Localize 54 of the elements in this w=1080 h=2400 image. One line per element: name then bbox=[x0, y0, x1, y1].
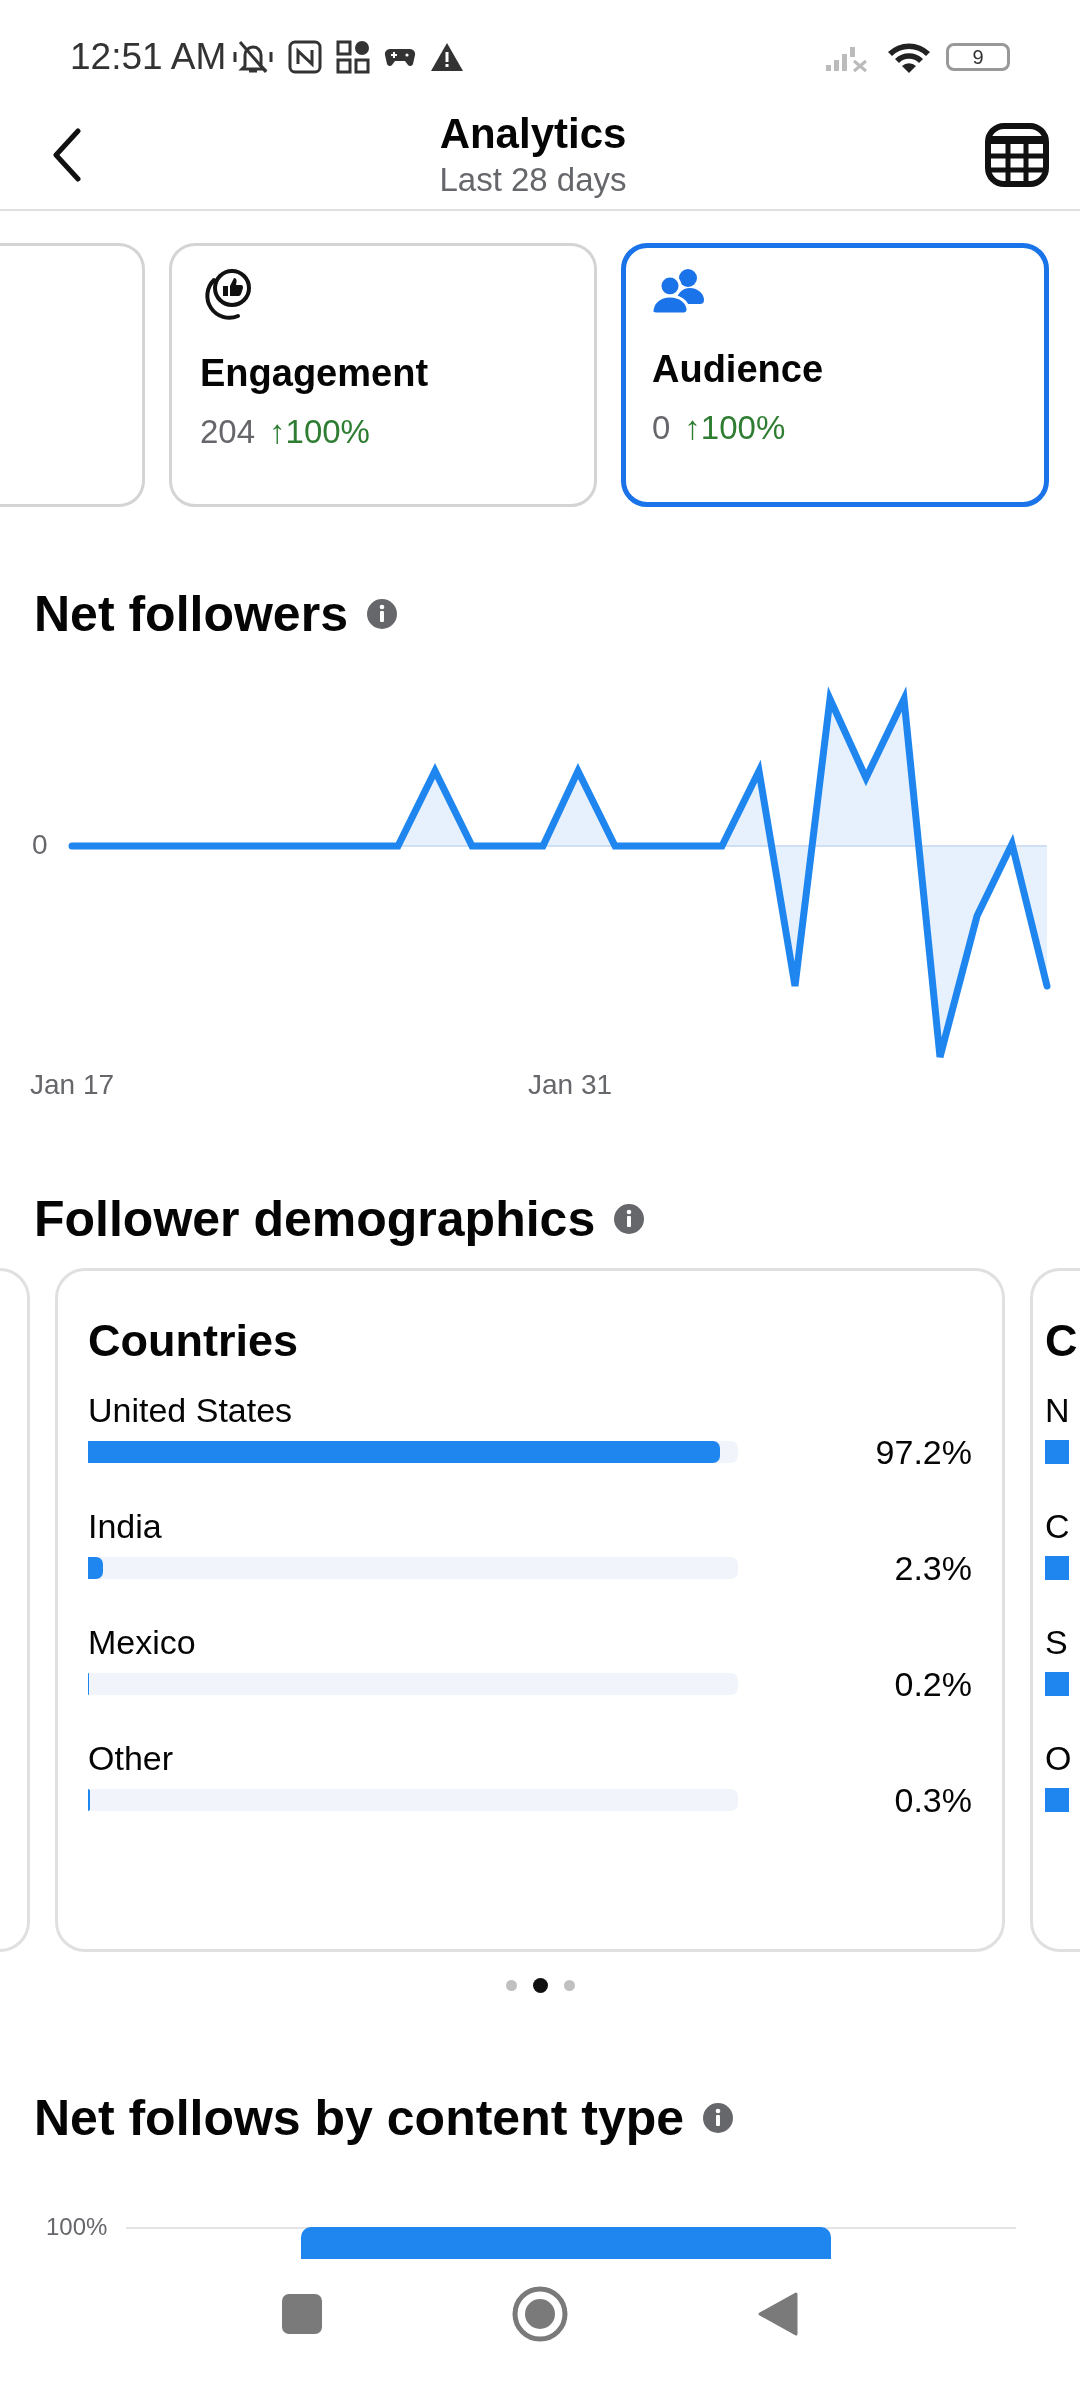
row-label: Other bbox=[88, 1738, 175, 1779]
status-time: 12:51 AM bbox=[70, 36, 227, 78]
home-button[interactable] bbox=[512, 2286, 568, 2342]
bar-fill bbox=[1045, 1672, 1069, 1696]
percent-text: 0.3% bbox=[893, 1780, 972, 1820]
nfc-icon bbox=[288, 40, 323, 74]
gamepad-icon bbox=[384, 46, 417, 68]
metric-value: 204 bbox=[200, 413, 256, 451]
metric-title: Engagement bbox=[200, 352, 430, 395]
page-dot[interactable] bbox=[505, 1980, 517, 1991]
percent-text: 0.2% bbox=[893, 1664, 972, 1704]
row-label: N bbox=[1045, 1390, 1071, 1431]
section-title: Net followers bbox=[34, 585, 348, 643]
bar-fill bbox=[1045, 1788, 1069, 1812]
recents-button[interactable] bbox=[282, 2294, 322, 2334]
battery-level: 9 bbox=[972, 45, 984, 69]
info-icon[interactable] bbox=[702, 2102, 735, 2134]
row-label: C bbox=[1045, 1506, 1071, 1547]
metric-card[interactable]: Audience 0 ↑100% bbox=[621, 243, 1049, 507]
metric-card[interactable]: Engagement 204 ↑100% bbox=[169, 243, 597, 507]
row-label: United States bbox=[88, 1390, 294, 1431]
section-title: Follower demographics bbox=[34, 1190, 596, 1248]
metric-value: 0 bbox=[652, 409, 671, 447]
info-icon[interactable] bbox=[365, 598, 398, 630]
axis-label: Jan 17 bbox=[30, 1069, 115, 1101]
bar-fill bbox=[1045, 1440, 1069, 1464]
metric-title: Audience bbox=[652, 348, 825, 391]
date-range-text: Last 28 days bbox=[439, 159, 627, 200]
wifi-icon bbox=[886, 40, 932, 74]
row-label: Mexico bbox=[88, 1622, 197, 1663]
page-title: Analytics bbox=[439, 108, 627, 159]
row-label: India bbox=[88, 1506, 163, 1547]
page-dot[interactable] bbox=[532, 1978, 548, 1993]
section-title: Net follows by content type bbox=[34, 2089, 685, 2147]
grid-icon bbox=[336, 40, 371, 74]
table-button[interactable] bbox=[984, 121, 1050, 188]
back-nav-button[interactable] bbox=[758, 2291, 798, 2337]
muted-bell-icon bbox=[232, 38, 275, 76]
axis-label: 100% bbox=[46, 2215, 109, 2239]
axis-label: Jan 31 bbox=[528, 1069, 613, 1101]
row-label: S bbox=[1045, 1622, 1069, 1663]
percent-text: 97.2% bbox=[874, 1432, 972, 1472]
card-title: Countries bbox=[88, 1314, 299, 1368]
row-label: O bbox=[1045, 1738, 1073, 1779]
axis-label: 0 bbox=[32, 829, 48, 861]
change-text: ↑100% bbox=[684, 409, 786, 447]
page-dot[interactable] bbox=[563, 1980, 575, 1991]
back-button[interactable] bbox=[52, 127, 82, 182]
card-title: C bbox=[1045, 1314, 1079, 1368]
info-icon[interactable] bbox=[613, 1203, 646, 1235]
percent-text: 2.3% bbox=[893, 1548, 972, 1588]
change-text: ↑100% bbox=[269, 413, 370, 451]
warning-icon bbox=[430, 42, 465, 72]
bar-fill bbox=[1045, 1556, 1069, 1580]
